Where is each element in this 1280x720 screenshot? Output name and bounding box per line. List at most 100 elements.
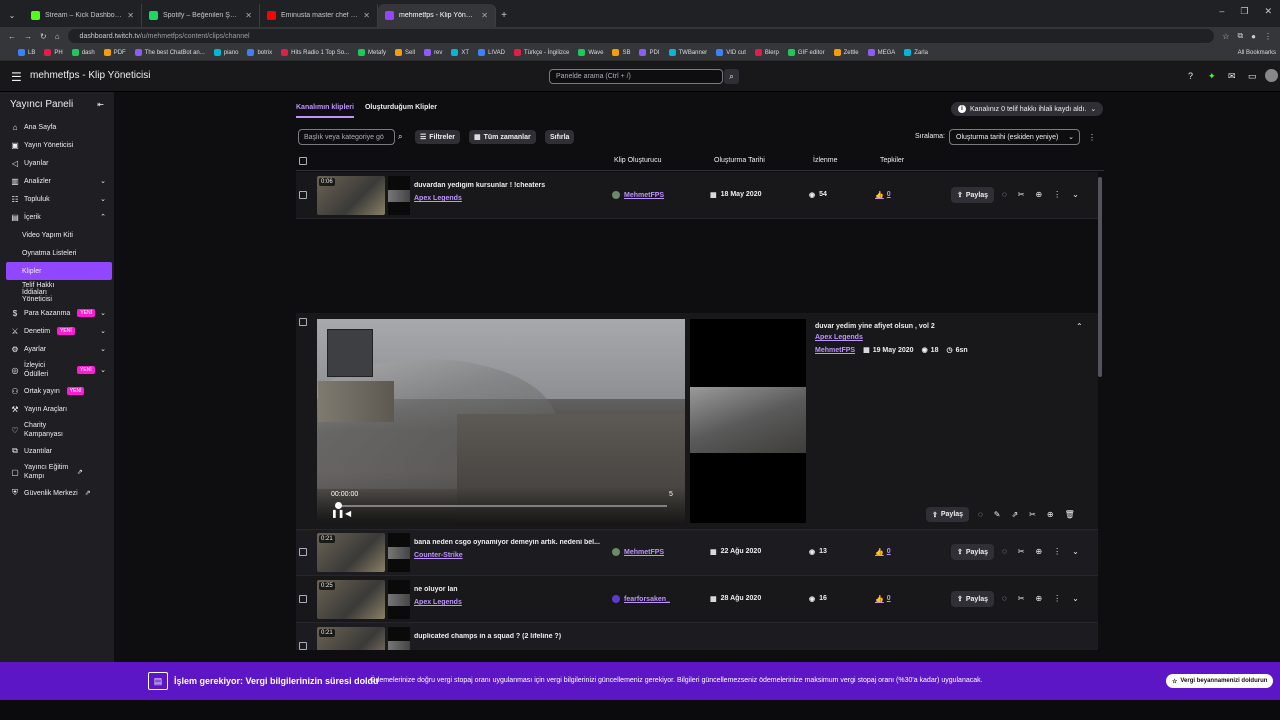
sidebar-item[interactable]: ⚔ Denetim YENİ ⌄ — [0, 322, 114, 340]
sidebar-item[interactable]: ⛨ Güvenlik Merkezi ⇗ — [0, 484, 114, 502]
clip-checkbox[interactable] — [299, 642, 307, 650]
seek-bar[interactable] — [337, 505, 667, 507]
sidebar-item[interactable]: ⌂ Ana Sayfa — [0, 118, 114, 136]
external-link-icon[interactable]: ⇗ — [1011, 510, 1018, 519]
seek-handle[interactable] — [335, 502, 342, 509]
bookmark[interactable]: PH — [44, 49, 63, 56]
clip-game[interactable]: Apex Legends — [414, 195, 462, 202]
bookmark[interactable]: Sell — [395, 49, 415, 56]
sidebar-item[interactable]: ▢ Yayıncı Eğitim Kampı ⇗ — [0, 460, 114, 484]
collapse-icon[interactable]: ⌃ — [1076, 322, 1083, 331]
scissors-icon[interactable]: ✂ — [1018, 547, 1025, 556]
chevron-down-icon[interactable]: ⌄ — [1072, 547, 1079, 556]
chevron-down-icon[interactable]: ⌄ — [1072, 190, 1079, 199]
all-bookmarks-link[interactable]: All Bookmarks — [1238, 50, 1276, 56]
sidebar-item[interactable]: ▣ Yayın Yöneticisi — [0, 136, 114, 154]
avatar[interactable] — [1265, 69, 1278, 82]
inbox-icon[interactable]: ✉ — [1228, 71, 1236, 82]
time-range-button[interactable]: ▦ Tüm zamanlar — [469, 130, 536, 144]
sidebar-item[interactable]: Telif Hakkı İddiaları Yöneticisi — [0, 280, 114, 304]
sort-select[interactable]: Oluşturma tarihi (eskiden yeniye) ⌄ — [949, 129, 1080, 145]
table-row[interactable]: 0:25 ne oluyor lan Apex Legends fearforsake… — [296, 576, 1098, 623]
forward-icon[interactable]: → — [24, 32, 32, 41]
edit-icon[interactable]: ✎ — [994, 510, 1001, 519]
search-button[interactable]: ⌕ — [724, 69, 739, 84]
add-circle-icon[interactable]: ⊕ — [1047, 510, 1054, 519]
browser-tab[interactable]: Spotify – Beğenilen Şarkılar ✕ — [142, 4, 260, 27]
share-button[interactable]: ⇪Paylaş — [951, 187, 995, 203]
clip-game[interactable]: Counter-Strike — [414, 552, 463, 559]
bookmark[interactable]: piano — [213, 49, 238, 56]
sidebar-item[interactable]: ☷ Topluluk ⌄ — [0, 190, 114, 208]
clip-checkbox[interactable] — [299, 595, 307, 603]
bookmark[interactable]: Blerp — [754, 49, 779, 56]
sidebar-item[interactable]: ◁ Uyarılar — [0, 154, 114, 172]
extensions-icon[interactable]: ⧉ — [1237, 31, 1243, 41]
scissors-icon[interactable]: ✂ — [1029, 510, 1036, 519]
bookmark[interactable]: botrix — [247, 49, 272, 56]
bookmark[interactable]: Zettle — [833, 49, 859, 56]
sidebar-item[interactable]: ▤ İçerik ⌃ — [0, 208, 114, 226]
bookmark[interactable]: dash — [71, 49, 95, 56]
bookmark[interactable]: LIVAD — [478, 49, 505, 56]
home-icon[interactable]: ⌂ — [55, 32, 60, 41]
browser-tab[interactable]: Eminusta master chef - YouTube ✕ — [260, 4, 378, 27]
share-button[interactable]: ⇪Paylaş — [951, 544, 995, 560]
table-row[interactable]: 0:21 bana neden csgo oynamiyor demeyin ar… — [296, 529, 1098, 576]
filters-button[interactable]: ☰ Filtreler — [415, 130, 460, 144]
scrollbar[interactable] — [1098, 177, 1102, 377]
bookmark[interactable]: SB — [612, 49, 630, 56]
dashboard-search-input[interactable]: Panelde arama (Ctrl + /) — [549, 69, 723, 84]
close-tab-icon[interactable]: ✕ — [363, 11, 370, 20]
whispers-icon[interactable]: ▭ — [1248, 71, 1257, 82]
more-options-icon[interactable]: ⋮ — [1053, 190, 1061, 199]
select-all-checkbox[interactable] — [299, 157, 307, 165]
bookmark[interactable]: VID cut — [716, 49, 746, 56]
bookmark[interactable]: Wave — [578, 49, 603, 56]
more-options-icon[interactable]: ⋮ — [1088, 133, 1096, 142]
chevron-down-icon[interactable]: ⌄ — [1072, 594, 1079, 603]
add-circle-icon[interactable]: ⊕ — [1035, 594, 1042, 603]
help-icon[interactable]: ? — [1188, 71, 1193, 81]
bookmark[interactable]: Zarla — [904, 49, 928, 56]
tab-search-icon[interactable]: ⌄ — [0, 4, 24, 27]
share-button[interactable]: ⇪Paylaş — [951, 591, 995, 607]
copyright-notice[interactable]: i Kanalınız 0 telif hakkı ihlali kaydı a… — [951, 102, 1104, 116]
scissors-icon[interactable]: ✂ — [1018, 190, 1025, 199]
clip-search-input[interactable]: Başlık veya kategoriye gö — [298, 129, 395, 145]
sidebar-item[interactable]: Oynatma Listeleri — [0, 244, 114, 262]
bookmark[interactable]: Hits Radio 1 Top So... — [281, 49, 349, 56]
sidebar-item[interactable]: ♡ Charity Kampanyası — [0, 418, 114, 442]
clip-reactions[interactable]: 👍0 — [875, 548, 891, 556]
sidebar-item[interactable]: ◎ İzleyici Ödülleri YENİ ⌄ — [0, 358, 114, 382]
pause-icon[interactable]: ❚❚ — [331, 509, 344, 518]
clip-video-player[interactable]: 00:00:00 5 ❚❚ ◀ — [317, 319, 685, 523]
share-button[interactable]: ⇪Paylaş — [926, 507, 970, 522]
expanded-clip-creator[interactable]: MehmetFPS — [815, 347, 855, 354]
trash-icon[interactable]: 🗑 — [1065, 510, 1075, 519]
table-row[interactable]: 0:21 duplicated champs in a squad ? (2 li… — [296, 623, 1098, 650]
clip-checkbox[interactable] — [299, 191, 307, 199]
bookmark[interactable]: MEGA — [867, 49, 895, 56]
close-window-icon[interactable]: ✕ — [1264, 6, 1272, 17]
add-circle-icon[interactable]: ⊕ — [1035, 547, 1042, 556]
new-tab-icon[interactable]: + — [496, 4, 512, 27]
close-tab-icon[interactable]: ✕ — [127, 11, 134, 20]
clip-creator[interactable]: MehmetFPS — [612, 548, 664, 556]
collapse-sidebar-icon[interactable]: ⇤ — [97, 100, 104, 109]
clip-checkbox[interactable] — [299, 548, 307, 556]
browser-tab[interactable]: mehmetfps - Klip Yöneticisi ✕ — [378, 4, 496, 27]
bookmark[interactable]: GIF editor — [787, 49, 825, 56]
table-row[interactable]: 0:06 duvardan yedigim kursunlar ! !cheate… — [296, 172, 1098, 219]
hamburger-menu-icon[interactable]: ☰ — [11, 70, 22, 84]
sidebar-item[interactable]: Video Yapım Kiti — [0, 226, 114, 244]
tab-my-channel-clips[interactable]: Kanalımın klipleri — [296, 104, 354, 118]
sidebar-item[interactable]: ⚙ Ayarlar ⌄ — [0, 340, 114, 358]
sidebar-item[interactable]: ⧉ Uzantılar — [0, 442, 114, 460]
clip-creator[interactable]: fearforsaken_ — [612, 595, 670, 603]
clip-creator[interactable]: MehmetFPS — [612, 191, 664, 199]
browser-tab[interactable]: Stream – Kick Dashboard ✕ — [24, 4, 142, 27]
bookmark[interactable]: TWBanner — [668, 49, 707, 56]
clip-game[interactable]: Apex Legends — [414, 599, 462, 606]
clip-reactions[interactable]: 👍0 — [875, 595, 891, 603]
